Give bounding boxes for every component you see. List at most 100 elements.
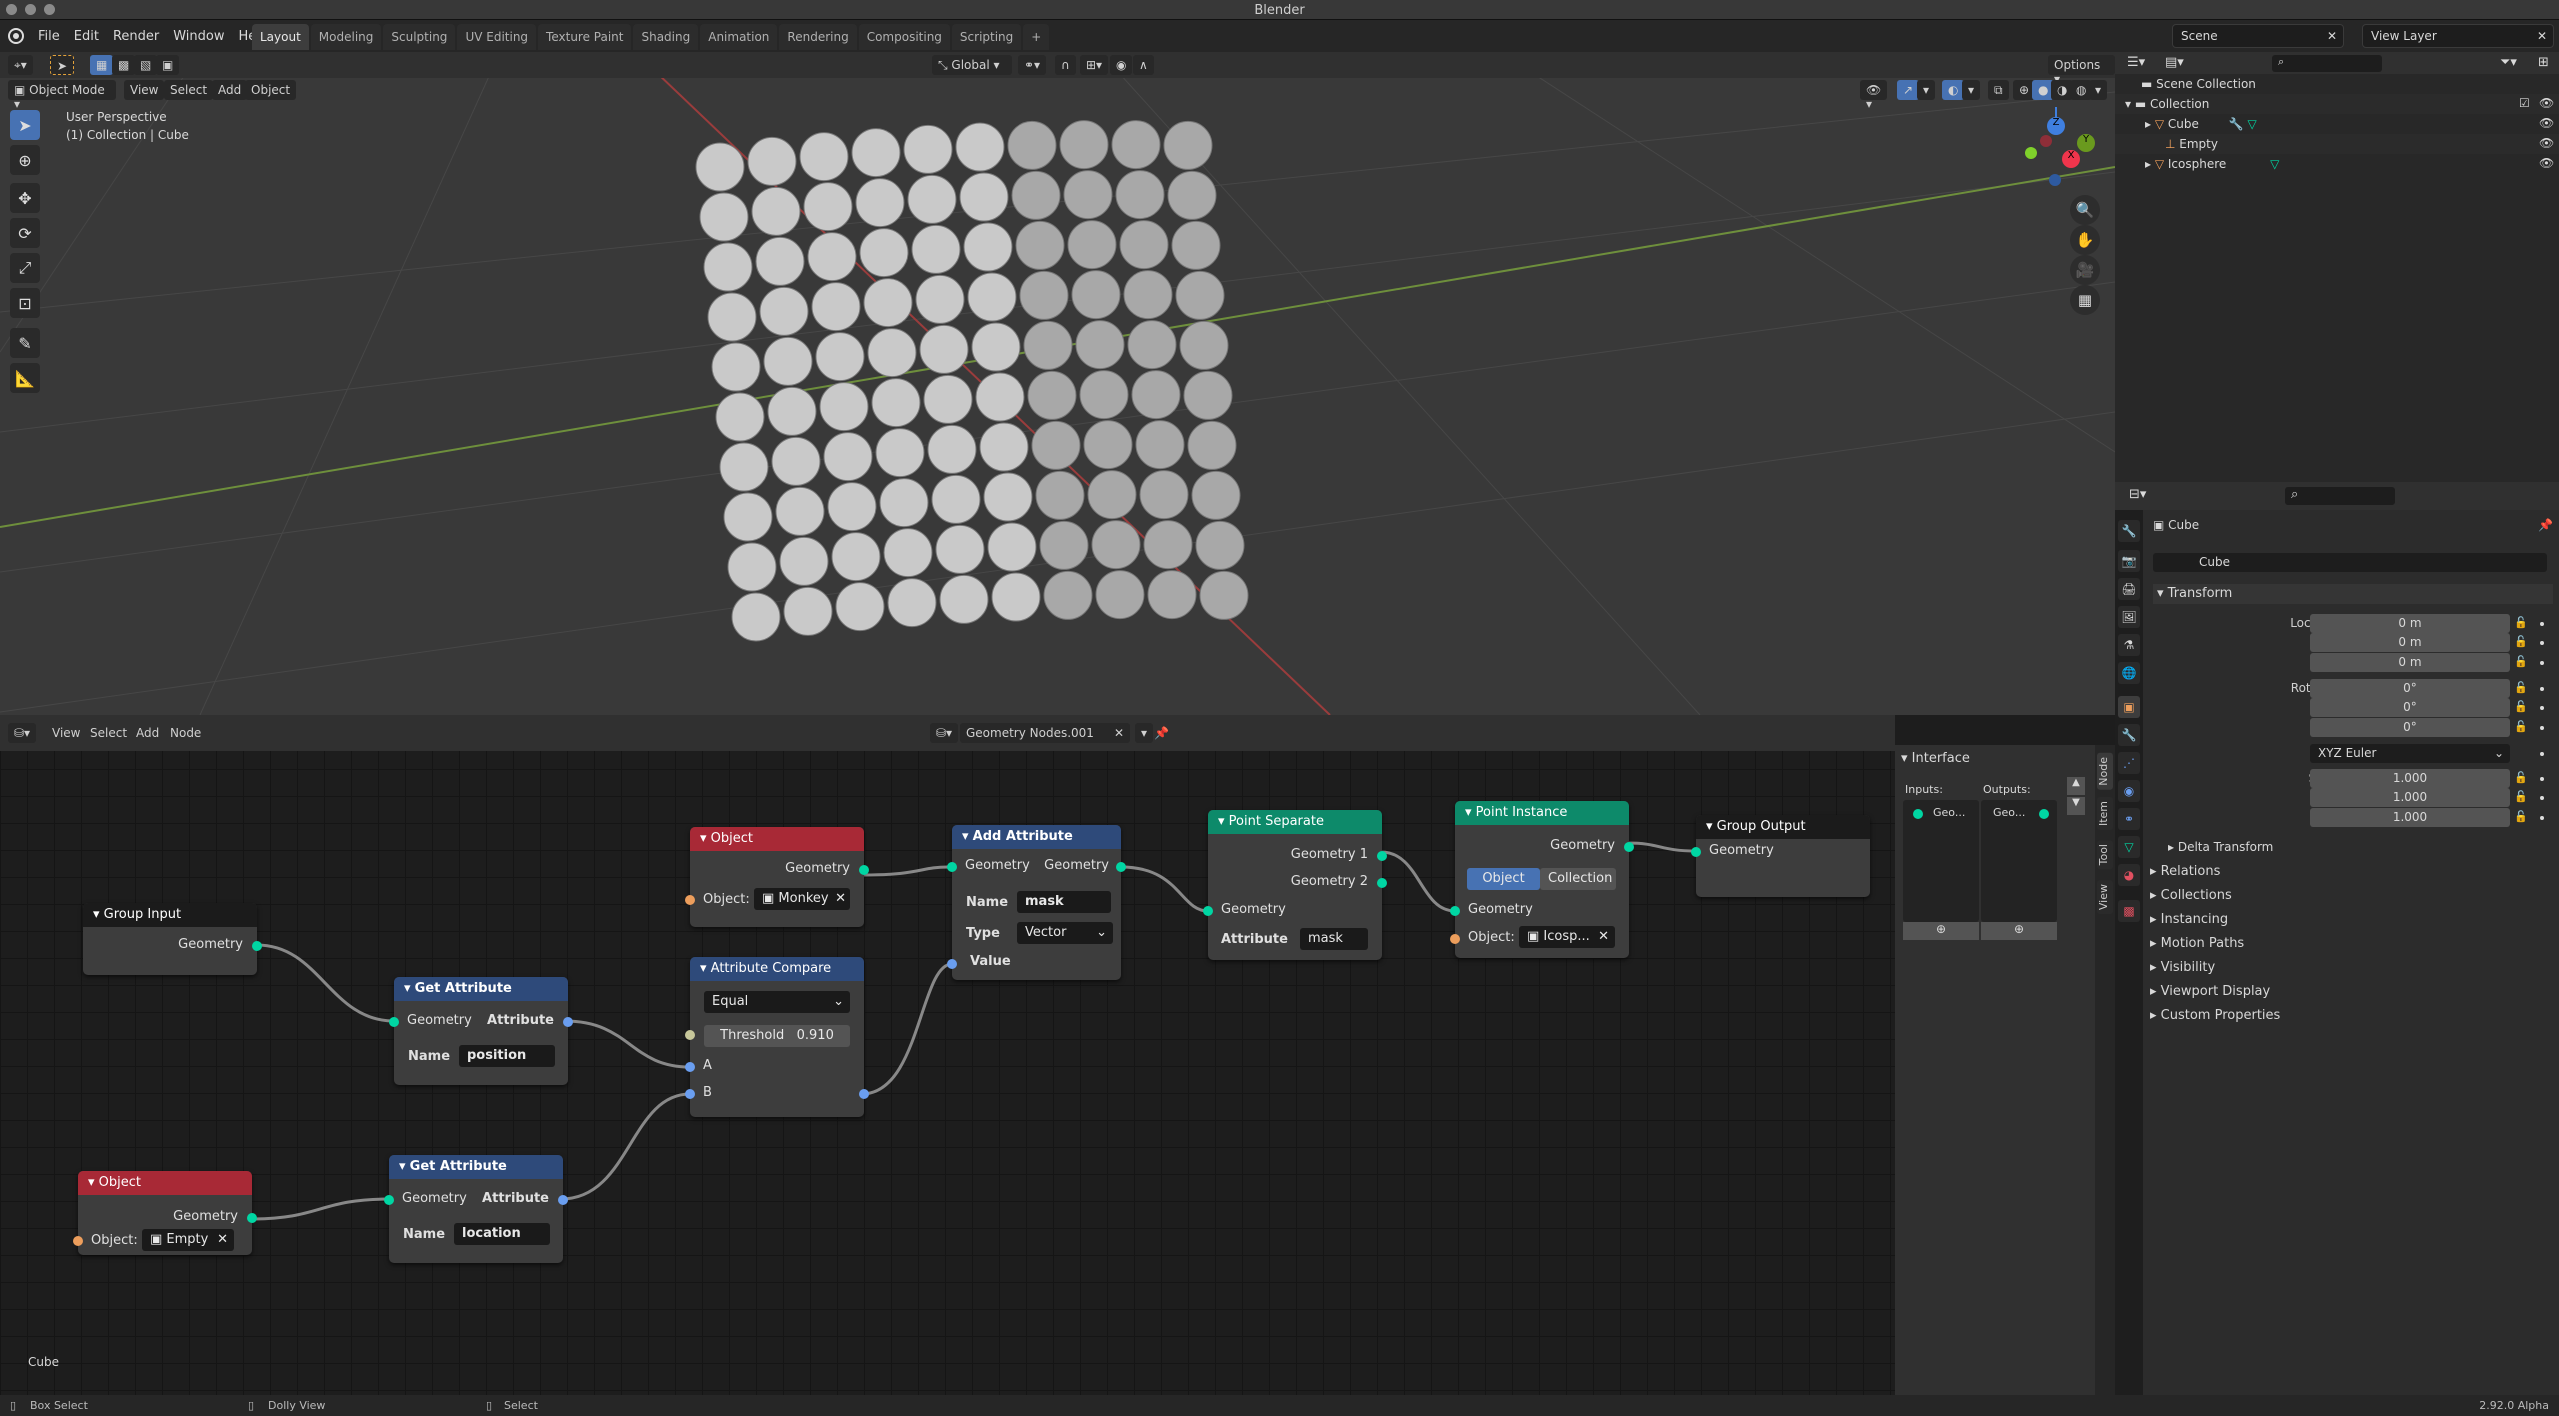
expand-icon[interactable]: ▸ (2145, 157, 2155, 171)
tab-scripting[interactable]: Scripting (951, 24, 1022, 50)
editor-type-button[interactable]: ⛁▾ (8, 723, 37, 743)
modifier-wrench-icon[interactable]: 🔧 (2229, 117, 2244, 131)
node-header[interactable]: ▾ Group Output (1696, 815, 1870, 839)
pivot-point-dropdown[interactable]: ⚭▾ (1018, 55, 1047, 75)
tab-sculpting[interactable]: Sculpting (383, 24, 456, 50)
attribute-name-input[interactable]: location (454, 1223, 550, 1245)
exclude-checkbox[interactable]: ☑ (2519, 96, 2530, 110)
node-object-monkey[interactable]: ▾ Object Geometry Object: ▣ Monkey ✕ (685, 827, 869, 927)
zoom-icon[interactable]: 🔍 (2070, 195, 2100, 225)
select-mode-invert-button[interactable]: ▣ (156, 55, 180, 75)
close-icon[interactable]: ✕ (2537, 29, 2547, 43)
scene-tab-icon[interactable]: ⚗ (2118, 634, 2140, 656)
gizmo-toggle[interactable]: ↗ (1897, 80, 1920, 100)
overlay-dropdown[interactable]: ▾ (1962, 80, 1981, 100)
options-dropdown[interactable]: Options ▾ (2048, 55, 2115, 86)
object-name-field[interactable]: Cube (2153, 553, 2547, 572)
lock-icon[interactable]: 🔓 (2514, 616, 2528, 629)
attribute-name-input[interactable]: mask (1017, 891, 1111, 913)
input-socket-value[interactable] (947, 959, 957, 969)
input-socket-geometry[interactable] (389, 1017, 399, 1027)
select-mode-extend-button[interactable]: ▩ (112, 55, 136, 75)
keyframe-dot[interactable] (2540, 706, 2544, 710)
menu-add[interactable]: Add (130, 723, 165, 743)
camera-icon[interactable]: 🎥 (2070, 255, 2100, 285)
node-attribute-compare[interactable]: ▾ Attribute Compare Equal ⌄ Threshold 0.9… (685, 957, 869, 1117)
modifier-tab-icon[interactable]: 🔧 (2118, 724, 2140, 746)
object-field[interactable]: ▣ Monkey ✕ (754, 888, 850, 910)
scale-tool[interactable]: ⤢ (10, 253, 40, 283)
scene-selector[interactable]: Scene ✕ (2172, 24, 2344, 48)
lock-icon[interactable]: 🔓 (2514, 700, 2528, 713)
output-socket-geometry-1[interactable] (1377, 851, 1387, 861)
pan-hand-icon[interactable]: ✋ (2070, 225, 2100, 255)
tool-tab-icon[interactable]: 🔧 (2118, 520, 2140, 542)
node-point-separate[interactable]: ▾ Point Separate Geometry 1 Geometry 2 G… (1203, 810, 1387, 960)
view-layer-selector[interactable]: View Layer ✕ (2362, 24, 2554, 48)
outliner-collection[interactable]: ▾ ▬ Collection ☑ 👁 (2115, 94, 2559, 114)
material-tab-icon[interactable]: ◕ (2118, 864, 2140, 886)
rotate-tool[interactable]: ⟳ (10, 218, 40, 248)
node-header[interactable]: ▾ Object (690, 827, 864, 851)
texture-tab-icon[interactable]: ▩ (2118, 900, 2140, 922)
attribute-name-input[interactable]: position (459, 1045, 555, 1067)
instancing-panel[interactable]: ▸ Instancing (2150, 912, 2228, 927)
keyframe-dot[interactable] (2540, 816, 2544, 820)
expand-icon[interactable]: ▾ (2125, 97, 2135, 111)
tab-item[interactable]: Item (2097, 797, 2113, 831)
node-tree-type-icon[interactable]: ⛁▾ (930, 723, 959, 743)
menu-node[interactable]: Node (164, 723, 207, 743)
viewport-display-panel[interactable]: ▸ Viewport Display (2150, 984, 2270, 999)
tab-rendering[interactable]: Rendering (779, 24, 857, 50)
keyframe-dot[interactable] (2540, 641, 2544, 645)
annotate-tool[interactable]: ✎ (10, 328, 40, 358)
input-socket-geometry[interactable] (947, 862, 957, 872)
node-group-output[interactable]: ▾ Group Output Geometry (1691, 815, 1870, 897)
select-mode-subtract-button[interactable]: ▧ (134, 55, 158, 75)
threshold-slider[interactable]: Threshold 0.910 (704, 1025, 850, 1047)
node-get-attribute-position[interactable]: ▾ Get Attribute Geometry Attribute Name … (389, 977, 573, 1085)
move-up-button[interactable]: ▲ (2067, 777, 2085, 795)
input-socket-a[interactable] (685, 1062, 695, 1072)
menu-window[interactable]: Window (173, 29, 224, 44)
shading-dropdown[interactable]: ▾ (2089, 80, 2108, 100)
select-mode-new-button[interactable]: ▦ (90, 55, 114, 75)
keyframe-dot[interactable] (2540, 796, 2544, 800)
proportional-edit-icon[interactable]: ◉ (1110, 55, 1133, 75)
input-socket-threshold[interactable] (685, 1030, 695, 1040)
tab-layout[interactable]: Layout (252, 24, 309, 50)
lock-icon[interactable]: 🔓 (2514, 810, 2528, 823)
node-header[interactable]: ▾ Group Input (83, 903, 257, 927)
location-x-field[interactable]: 0 m (2310, 614, 2510, 633)
data-tab-icon[interactable]: ▽ (2118, 836, 2140, 858)
rotation-mode-dropdown[interactable]: XYZ Euler ⌄ (2310, 744, 2510, 763)
neg-z-handle[interactable] (2049, 174, 2061, 186)
keyframe-dot[interactable] (2540, 752, 2544, 756)
add-workspace-button[interactable]: + (1023, 24, 1050, 50)
node-editor[interactable]: ⛁▾ View Select Add Node ⛁▾ Geometry Node… (0, 715, 1895, 1395)
neg-x-handle[interactable] (2040, 135, 2052, 147)
lock-icon[interactable]: 🔓 (2514, 655, 2528, 668)
eye-icon[interactable]: 👁 (2539, 116, 2554, 130)
select-box-tool[interactable]: ➤ (10, 110, 40, 140)
eye-icon[interactable]: 👁 (2539, 96, 2554, 110)
node-header[interactable]: ▾ Add Attribute (952, 825, 1121, 849)
transform-panel-header[interactable]: ▾ Transform (2153, 584, 2553, 604)
collections-panel[interactable]: ▸ Collections (2150, 888, 2232, 903)
outliner-search-input[interactable]: ⌕ (2272, 55, 2382, 72)
tab-compositing[interactable]: Compositing (858, 24, 950, 50)
menu-edit[interactable]: Edit (74, 29, 99, 44)
properties-search-input[interactable]: ⌕ (2285, 487, 2395, 505)
node-header[interactable]: ▾ Point Instance (1455, 801, 1629, 825)
editor-type-button[interactable]: ⊟▾ (2129, 487, 2146, 502)
keyframe-dot[interactable] (2540, 687, 2544, 691)
tab-animation[interactable]: Animation (700, 24, 778, 50)
delta-transform-subpanel[interactable]: ▸ Delta Transform (2168, 840, 2273, 854)
node-point-instance[interactable]: ▾ Point Instance Geometry Object Collect… (1450, 801, 1634, 958)
attribute-input[interactable]: mask (1300, 928, 1368, 950)
menu-object[interactable]: Object (245, 80, 297, 100)
scale-z-field[interactable]: 1.000 (2310, 808, 2510, 827)
input-item[interactable]: Geo... (1933, 806, 1965, 819)
tab-shading[interactable]: Shading (633, 24, 699, 50)
object-field[interactable]: ▣ Icosp... ✕ (1519, 926, 1615, 948)
